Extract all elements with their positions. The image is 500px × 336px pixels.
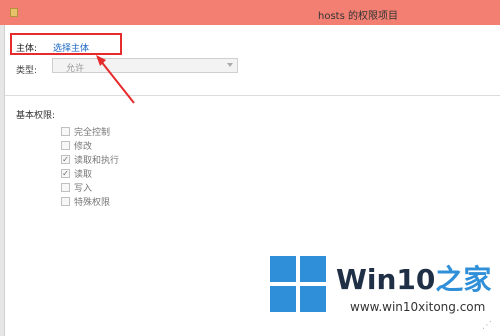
permission-label: 读取和执行 (74, 155, 120, 166)
checkbox[interactable] (61, 140, 70, 150)
permission-label: 完全控制 (74, 127, 111, 138)
checkbox[interactable] (61, 126, 70, 136)
permission-label: 特殊权限 (74, 197, 111, 208)
checkbox[interactable] (61, 182, 70, 192)
basic-permissions-title: 基本权限: (16, 111, 56, 121)
checkbox-checked[interactable]: ✓ (61, 154, 70, 164)
windows-logo-icon (270, 256, 326, 312)
brand-name-part1: Win10 (336, 263, 436, 296)
checkbox[interactable] (61, 196, 70, 206)
brand-url: www.win10xitong.com (350, 300, 486, 314)
permission-item: 写入 (61, 180, 119, 194)
permission-item: ✓ 读取 (61, 166, 119, 180)
checkbox-checked[interactable]: ✓ (61, 168, 70, 178)
permission-item: 特殊权限 (61, 194, 119, 208)
resize-grip-icon[interactable]: ⋰ (482, 320, 494, 332)
permission-item: ✓ 读取和执行 (61, 152, 119, 166)
permission-label: 读取 (74, 169, 93, 180)
permission-item: 完全控制 (61, 124, 119, 138)
brand-name-part2: 之家 (435, 263, 492, 296)
permission-item: 修改 (61, 138, 119, 152)
permissions-list: 完全控制 修改 ✓ 读取和执行 ✓ 读取 写入 特殊权限 (61, 124, 119, 208)
permission-label: 写入 (74, 183, 93, 194)
brand-name: Win10之家 (336, 258, 491, 298)
permission-label: 修改 (74, 141, 93, 152)
